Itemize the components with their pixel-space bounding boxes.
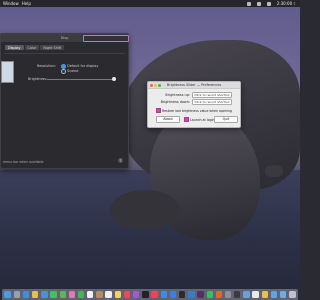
quit-button[interactable]: Quit <box>214 116 238 123</box>
menu-clock[interactable]: 2:30:00 ☾ <box>277 1 297 6</box>
safari-icon[interactable] <box>22 291 30 298</box>
footer-text: menu bar when available <box>3 160 44 164</box>
firefox-icon[interactable] <box>215 291 223 298</box>
radio-scaled-icon[interactable] <box>61 69 66 74</box>
brightness-slider-knob[interactable] <box>112 77 116 81</box>
chrome-icon[interactable] <box>31 291 39 298</box>
brightness-down-shortcut-button[interactable]: Click to record shortcut <box>192 99 232 106</box>
zoom-icon[interactable] <box>158 83 161 87</box>
reminders-icon[interactable] <box>105 291 112 298</box>
trash-icon[interactable] <box>289 291 296 298</box>
brightness-window-titlebar[interactable]: Brightness Slider — Preferences <box>148 82 240 89</box>
dock <box>2 289 298 300</box>
restore-label: Restore last brightness value when openi… <box>162 108 232 113</box>
brightness-down-row: Brightness down: Click to record shortcu… <box>156 99 232 106</box>
menu-help[interactable]: Help <box>22 1 31 6</box>
display-window-title: Disp <box>60 36 69 40</box>
title-search-field[interactable] <box>83 35 129 42</box>
xcode-icon[interactable] <box>169 291 177 298</box>
minimize-icon[interactable] <box>154 83 157 87</box>
launch-at-login-option[interactable]: Launch at login <box>184 117 215 122</box>
downloads-icon[interactable] <box>280 291 287 298</box>
menu-window[interactable]: Window <box>3 1 19 6</box>
folder-icon[interactable] <box>270 291 278 298</box>
calendar-icon[interactable] <box>87 291 94 298</box>
terminal-icon[interactable] <box>178 291 186 298</box>
maps-icon[interactable] <box>59 291 66 298</box>
music-icon[interactable] <box>123 291 131 298</box>
wifi-icon[interactable] <box>246 1 251 6</box>
wallpaper-small-rock <box>265 165 283 177</box>
slack-icon[interactable] <box>197 291 204 298</box>
launchpad-icon[interactable] <box>13 291 20 298</box>
launch-label: Launch at login <box>190 117 215 122</box>
resolution-default-option[interactable]: Default for display <box>61 64 98 69</box>
search-icon[interactable] <box>266 1 271 6</box>
display-preferences-window: Disp Display Color Night Shift Resolutio… <box>0 33 129 169</box>
close-icon[interactable] <box>150 83 153 87</box>
display-window-titlebar[interactable]: Disp <box>1 34 129 42</box>
mail-icon[interactable] <box>41 291 48 298</box>
restore-brightness-option[interactable]: Restore last brightness value when openi… <box>156 108 232 113</box>
brightness-slider-preferences-window: Brightness Slider — Preferences Brightne… <box>147 81 241 128</box>
news-icon[interactable] <box>151 291 158 298</box>
preferences-icon[interactable] <box>224 291 232 298</box>
brightness-up-row: Brightness up: Click to record shortcut <box>156 92 232 99</box>
textedit-icon[interactable] <box>252 291 259 298</box>
brightness-slider-track[interactable] <box>47 79 114 80</box>
contacts-icon[interactable] <box>96 291 103 298</box>
wallpaper-rock <box>110 190 180 230</box>
finder-icon[interactable] <box>4 291 11 298</box>
brightness-up-shortcut-button[interactable]: Click to record shortcut <box>192 92 232 99</box>
photos-icon[interactable] <box>68 291 76 298</box>
battery-icon[interactable] <box>256 1 261 6</box>
display-thumbnail <box>1 61 14 83</box>
preview-icon[interactable] <box>243 291 250 298</box>
restore-checkbox[interactable] <box>156 108 161 113</box>
brightness-up-label: Brightness up: <box>165 93 190 98</box>
display-tabs: Display Color Night Shift <box>5 45 128 50</box>
podcasts-icon[interactable] <box>133 291 140 298</box>
resolution-scaled-label: Scaled <box>67 69 79 74</box>
tab-night-shift[interactable]: Night Shift <box>40 45 65 50</box>
radio-default-icon[interactable] <box>61 64 66 69</box>
brightness-icon[interactable] <box>261 291 269 298</box>
tab-display[interactable]: Display <box>5 45 24 50</box>
tv-icon[interactable] <box>142 291 149 298</box>
menu-extras: 2:30:00 ☾ <box>244 1 297 6</box>
tab-divider <box>4 53 125 54</box>
about-button[interactable]: About <box>156 116 180 123</box>
resolution-label: Resolution: <box>37 64 56 68</box>
activity-icon[interactable] <box>234 291 241 298</box>
brightness-down-label: Brightness down: <box>160 100 190 105</box>
brightness-label: Brightness: <box>28 77 48 81</box>
spotify-icon[interactable] <box>206 291 213 298</box>
menu-bar: Window Help 2:30:00 ☾ <box>0 0 300 7</box>
launch-checkbox[interactable] <box>184 117 189 122</box>
appstore-icon[interactable] <box>160 291 167 298</box>
help-button[interactable]: ? <box>118 158 123 163</box>
notes-icon[interactable] <box>114 291 122 298</box>
tab-color[interactable]: Color <box>24 45 40 50</box>
vscode-icon[interactable] <box>188 291 195 298</box>
facetime-icon[interactable] <box>77 291 85 298</box>
brightness-window-title: Brightness Slider — Preferences <box>166 83 222 87</box>
resolution-scaled-option[interactable]: Scaled <box>61 69 78 74</box>
messages-icon[interactable] <box>50 291 57 298</box>
resolution-default-label: Default for display <box>67 64 99 69</box>
